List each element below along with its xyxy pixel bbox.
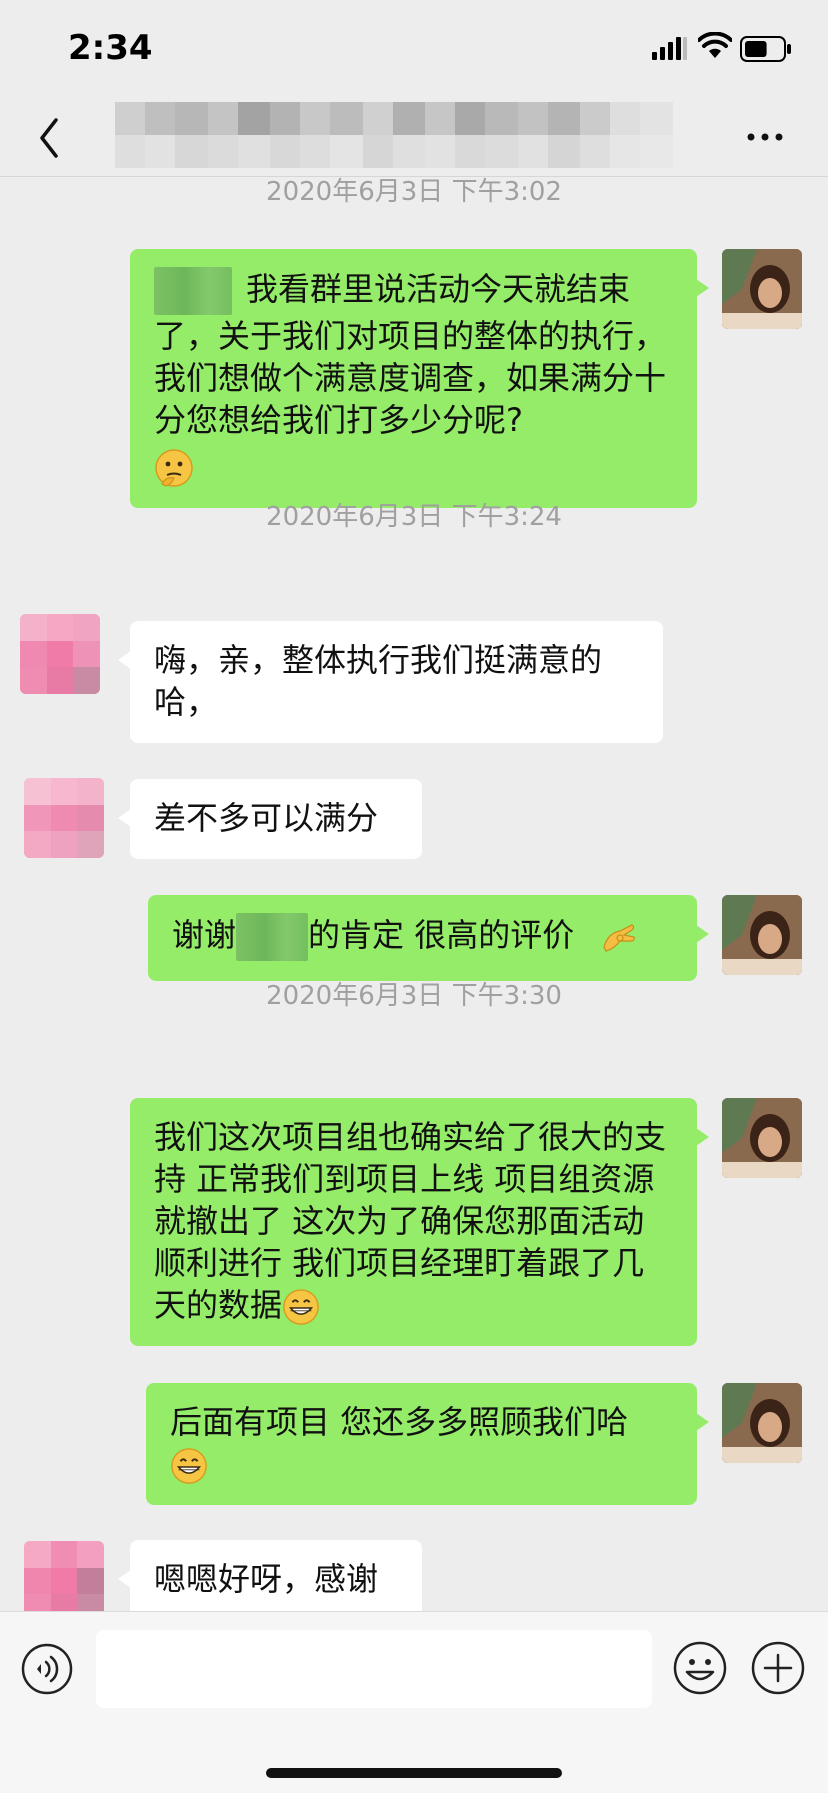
- avatar-photo-icon: [722, 1098, 802, 1178]
- chat-title-blurred: [115, 102, 700, 168]
- avatar-contact[interactable]: [24, 1541, 104, 1611]
- message-bubble-incoming[interactable]: 嗯嗯好呀，感谢: [118, 1540, 422, 1611]
- avatar-photo-icon: [722, 895, 802, 975]
- message-bubble-incoming[interactable]: 嗨，亲，整体执行我们挺满意的哈，: [118, 621, 663, 743]
- thinking-face-icon: [155, 449, 193, 487]
- avatar-self[interactable]: [722, 249, 802, 329]
- avatar-self[interactable]: [722, 1098, 802, 1178]
- input-bar: [0, 1611, 828, 1793]
- message-text: 的肯定 很高的评价: [308, 916, 575, 954]
- home-indicator: [266, 1768, 562, 1778]
- message-text: 嗯嗯好呀，感谢: [154, 1560, 379, 1598]
- message-timestamp: 2020年6月3日 下午3:02: [266, 177, 562, 207]
- redacted-name: [236, 913, 309, 961]
- ellipsis-icon[interactable]: [740, 120, 790, 154]
- ok-hand-icon: [603, 924, 636, 952]
- message-text: 嗨，亲，整体执行我们挺满意的哈，: [154, 641, 603, 721]
- avatar-photo-icon: [722, 249, 802, 329]
- redacted-name: [154, 267, 232, 315]
- plus-icon[interactable]: [750, 1640, 806, 1696]
- grinning-face-icon: [171, 1448, 207, 1484]
- status-time: 2:34: [68, 28, 153, 68]
- cellular-signal-icon: [652, 37, 687, 60]
- avatar-self[interactable]: [722, 1383, 802, 1463]
- message-input[interactable]: [96, 1630, 652, 1708]
- message-bubble-outgoing[interactable]: 我看群里说活动今天就结束了，关于我们对项目的整体的执行，我们想做个满意度调查，如…: [130, 249, 709, 508]
- status-bar: 2:34: [0, 0, 828, 100]
- message-bubble-outgoing[interactable]: 我们这次项目组也确实给了很大的支持 正常我们到项目上线 项目组资源就撤出了 这次…: [130, 1098, 709, 1346]
- avatar-contact[interactable]: [20, 614, 100, 694]
- emoji-row: [170, 1443, 673, 1485]
- message-text: 后面有项目 您还多多照顾我们哈: [170, 1403, 629, 1441]
- message-timestamp: 2020年6月3日 下午3:30: [266, 981, 562, 1011]
- message-text: 我们这次项目组也确实给了很大的支持 正常我们到项目上线 项目组资源就撤出了 这次…: [154, 1118, 667, 1324]
- avatar-contact[interactable]: [24, 778, 104, 858]
- message-timestamp: 2020年6月3日 下午3:24: [266, 502, 562, 532]
- message-bubble-incoming[interactable]: 差不多可以满分: [118, 779, 422, 859]
- chat-header: [0, 100, 828, 177]
- avatar-photo-icon: [722, 1383, 802, 1463]
- message-text: 谢谢: [172, 916, 237, 954]
- chat-message-list[interactable]: 2020年6月3日 下午3:02 我看群里说活动今天就结束了，关于我们对项目的整…: [0, 177, 828, 1611]
- avatar-self[interactable]: [722, 895, 802, 975]
- message-text: 差不多可以满分: [154, 799, 379, 837]
- message-bubble-outgoing[interactable]: 谢谢 的肯定 很高的评价: [148, 895, 709, 981]
- voice-icon[interactable]: [20, 1642, 74, 1696]
- chevron-left-icon[interactable]: [30, 108, 74, 168]
- grinning-face-icon: [283, 1289, 319, 1325]
- smiley-icon[interactable]: [672, 1640, 728, 1696]
- wifi-icon: [698, 32, 732, 58]
- message-bubble-outgoing[interactable]: 后面有项目 您还多多照顾我们哈: [146, 1383, 709, 1505]
- emoji-row: [154, 445, 673, 488]
- battery-icon: [740, 36, 791, 62]
